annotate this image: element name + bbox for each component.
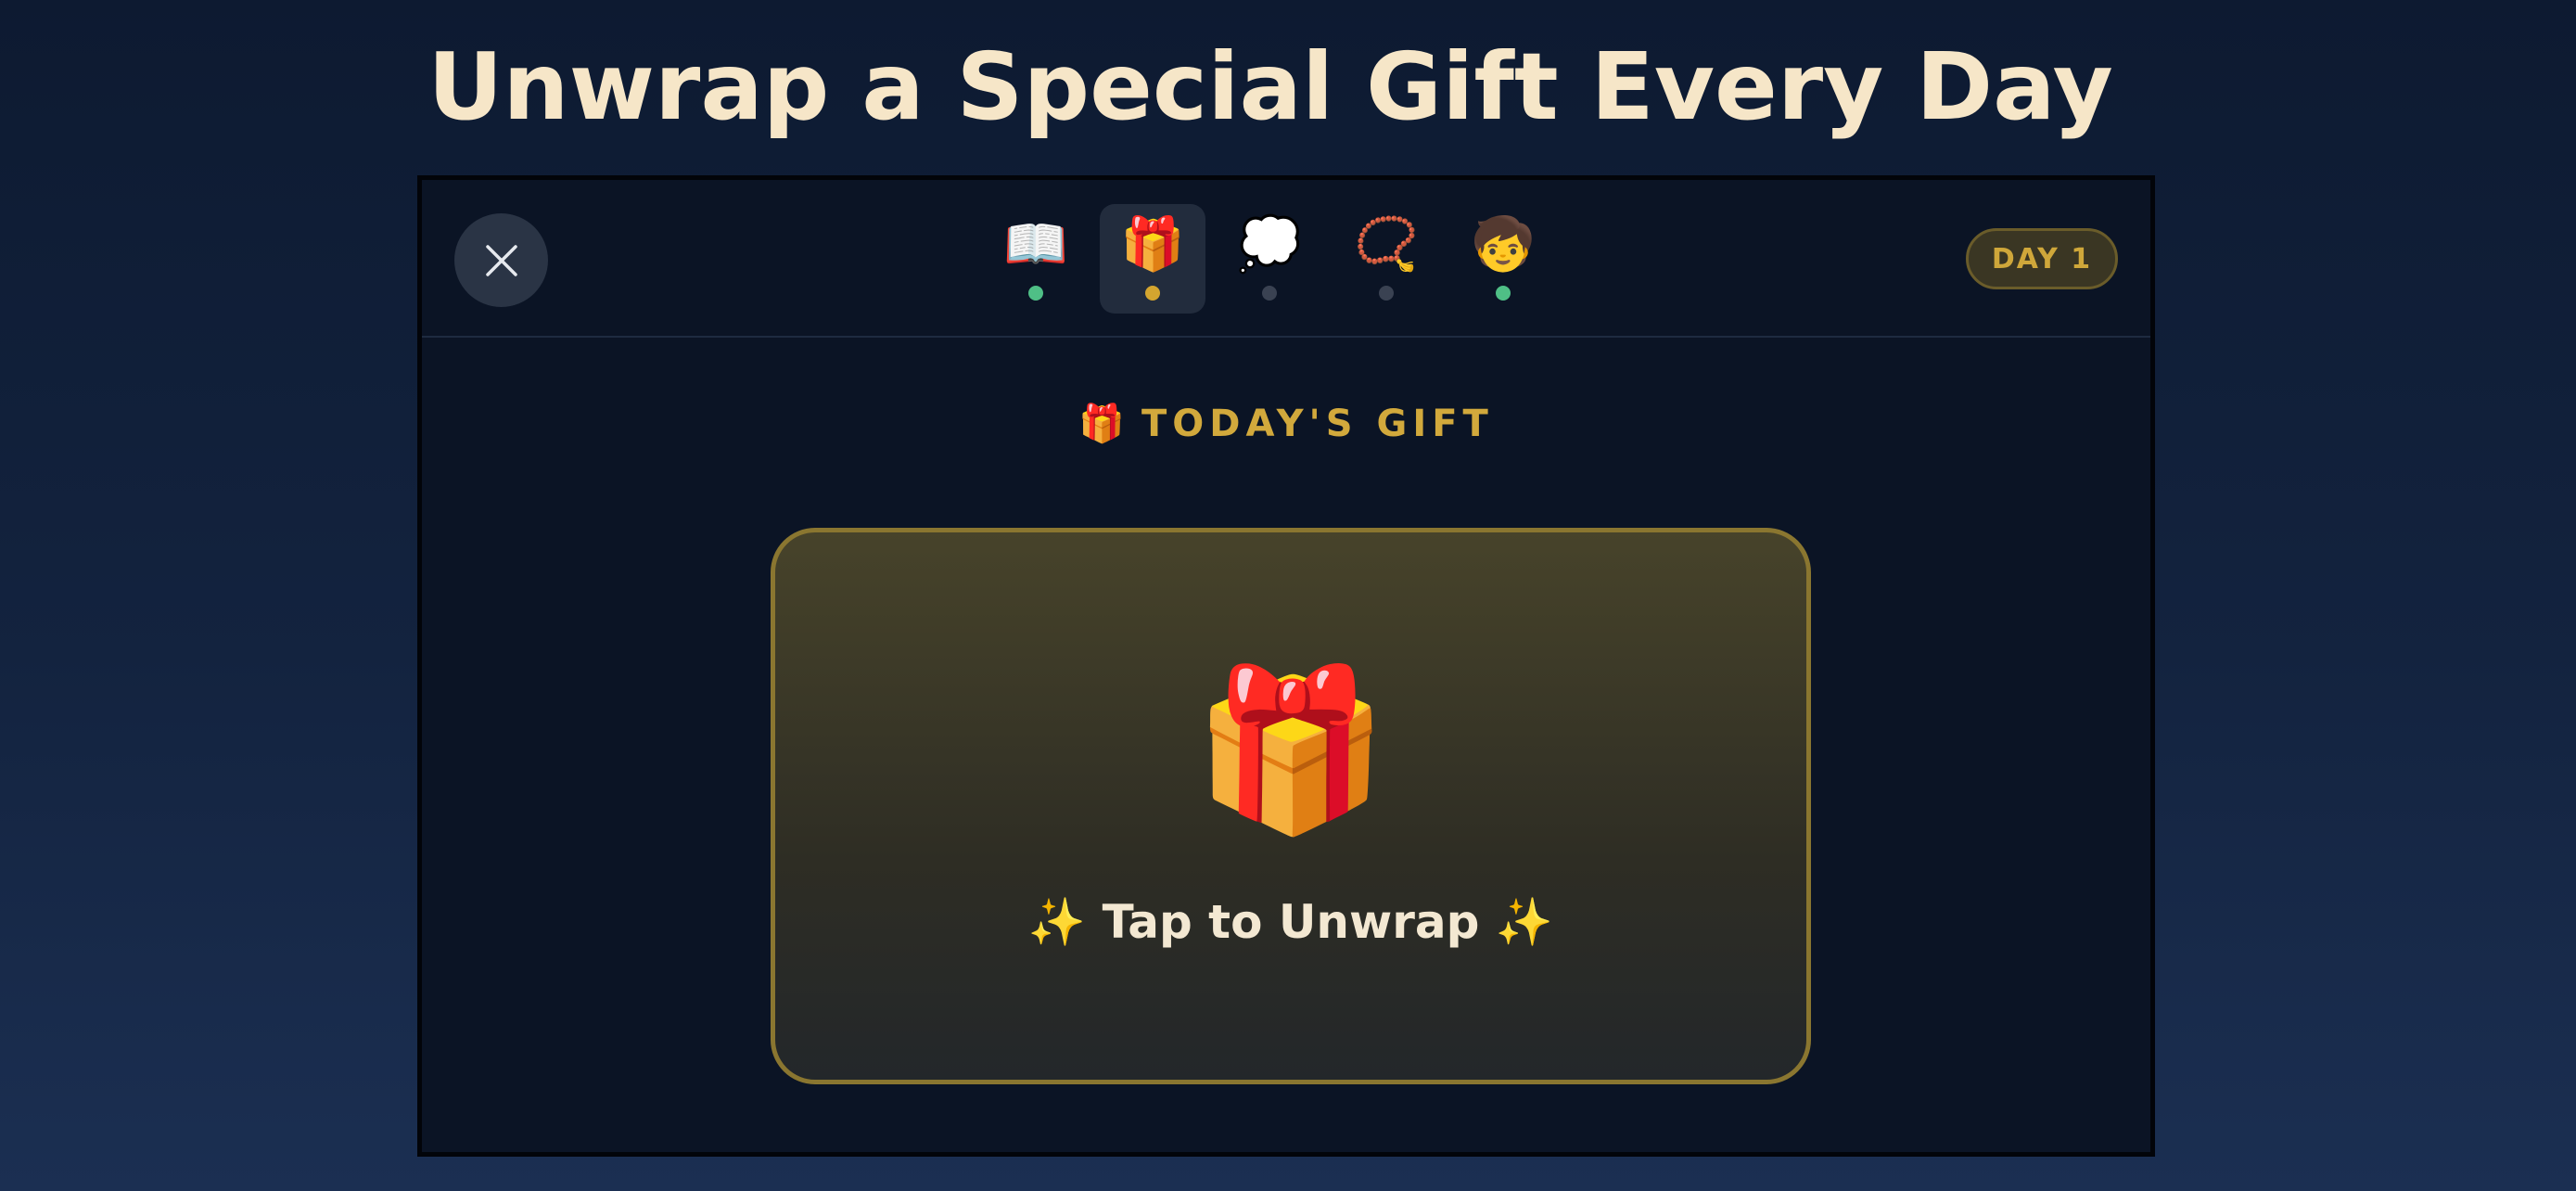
book-icon: 📖 <box>1003 214 1068 275</box>
close-button[interactable] <box>454 213 548 307</box>
tap-to-unwrap-label: ✨ Tap to Unwrap ✨ <box>1027 895 1554 949</box>
gift-icon: 🎁 <box>1192 659 1389 842</box>
tab-prayer-beads[interactable]: 📿 <box>1333 204 1439 314</box>
gift-icon: 🎁 <box>1120 214 1185 275</box>
thought-bubble-icon: 💭 <box>1237 214 1302 275</box>
tab-gift[interactable]: 🎁 <box>1100 204 1205 314</box>
tab-book[interactable]: 📖 <box>983 204 1089 314</box>
prayer-beads-icon: 📿 <box>1354 214 1419 275</box>
status-dot <box>1379 286 1394 301</box>
status-dot <box>1496 286 1511 301</box>
gift-icon: 🎁 <box>1078 403 1125 445</box>
section-title-text: TODAY'S GIFT <box>1141 403 1494 445</box>
unwrap-gift-card[interactable]: 🎁 ✨ Tap to Unwrap ✨ <box>771 528 1811 1084</box>
top-bar: 📖 🎁 💭 📿 🧒 DAY 1 <box>422 180 2150 338</box>
page-headline: Unwrap a Special Gift Every Day <box>427 32 2113 141</box>
close-icon <box>485 244 517 276</box>
tab-thought[interactable]: 💭 <box>1217 204 1322 314</box>
status-dot <box>1262 286 1277 301</box>
status-dot <box>1028 286 1043 301</box>
tab-child[interactable]: 🧒 <box>1450 204 1556 314</box>
child-icon: 🧒 <box>1471 214 1536 275</box>
section-tabs: 📖 🎁 💭 📿 🧒 <box>983 204 1586 314</box>
section-title: 🎁 TODAY'S GIFT <box>422 398 2150 450</box>
status-dot <box>1145 286 1160 301</box>
day-badge: DAY 1 <box>1966 228 2118 289</box>
app-window: 📖 🎁 💭 📿 🧒 DAY 1 🎁 TODAY'S GIFT 🎁 ✨ Tap t… <box>417 175 2155 1157</box>
